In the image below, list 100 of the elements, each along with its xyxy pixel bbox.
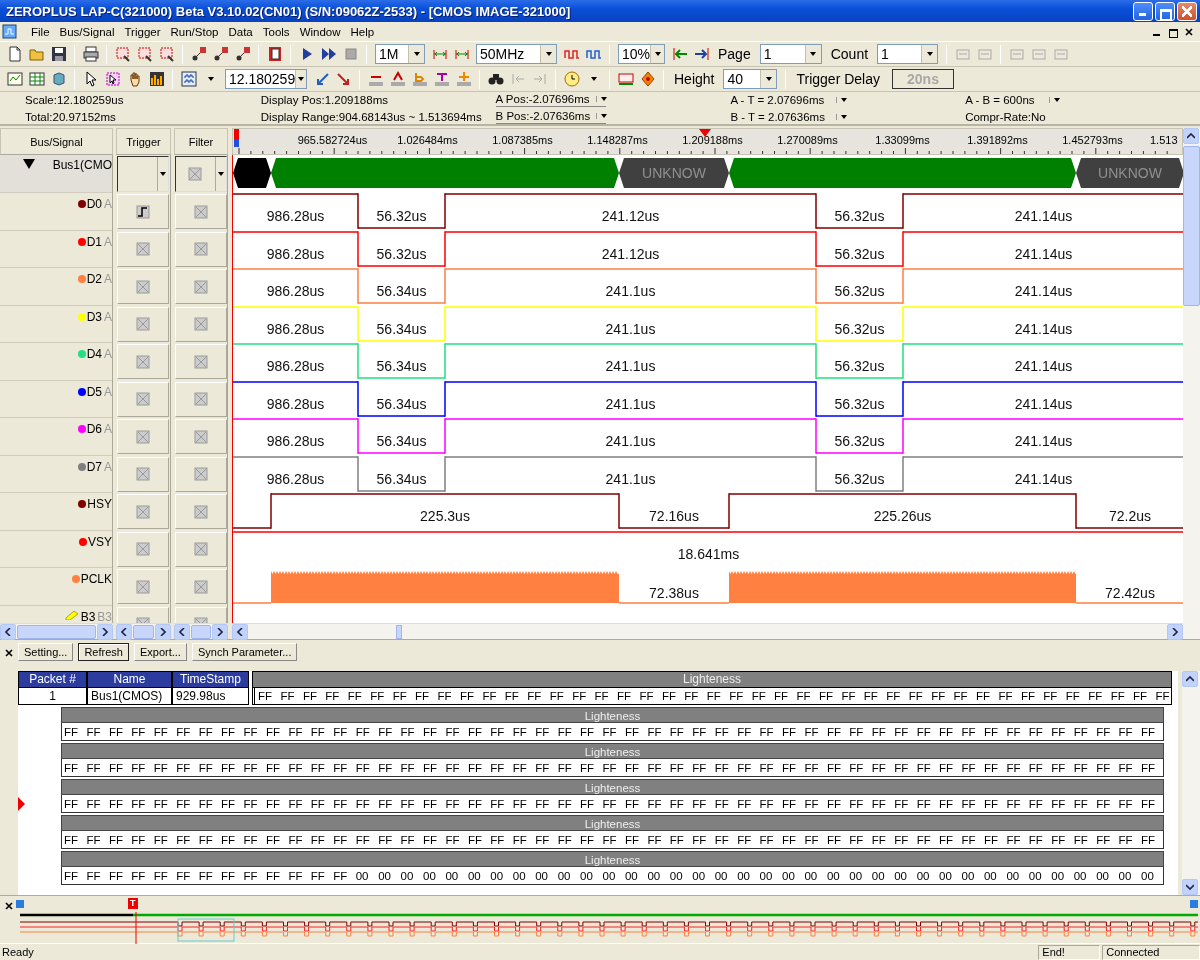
signal-name[interactable]: D0 bbox=[86, 197, 102, 211]
filter-cell[interactable] bbox=[174, 531, 227, 567]
arrow-icon[interactable] bbox=[335, 71, 352, 87]
signal-name[interactable]: VSY bbox=[88, 534, 112, 549]
trigger-cell[interactable] bbox=[117, 494, 169, 530]
filter-cell[interactable] bbox=[174, 381, 227, 417]
menu-item[interactable]: Trigger bbox=[119, 25, 166, 38]
caret-icon[interactable] bbox=[206, 76, 215, 82]
dropdown[interactable]: 12.180259 bbox=[225, 69, 307, 89]
scrollbar-thumb[interactable] bbox=[396, 624, 402, 639]
binoculars-icon[interactable] bbox=[487, 71, 504, 87]
capture-grid-icon[interactable] bbox=[158, 46, 175, 62]
filter-dropdown[interactable] bbox=[174, 156, 227, 192]
panel-button[interactable]: Export... bbox=[133, 643, 187, 661]
close-icon[interactable] bbox=[5, 649, 13, 657]
dropdown[interactable]: 1M bbox=[375, 44, 425, 64]
clock-icon[interactable] bbox=[563, 71, 580, 87]
dropdown[interactable]: 1 bbox=[877, 44, 939, 64]
trigger-cell[interactable] bbox=[117, 269, 169, 305]
capture-grid-icon[interactable] bbox=[136, 46, 153, 62]
vertical-scrollbar[interactable] bbox=[1182, 671, 1200, 895]
trigger-cell[interactable] bbox=[117, 456, 169, 492]
bar-cursor-icon[interactable] bbox=[389, 71, 406, 87]
horizontal-scrollbar[interactable] bbox=[174, 623, 228, 639]
trigger-marker[interactable]: T bbox=[128, 898, 138, 909]
probe-icon[interactable] bbox=[190, 46, 207, 62]
caret-icon[interactable] bbox=[840, 96, 849, 103]
menu-item[interactable]: Window bbox=[294, 25, 346, 38]
menu-item[interactable]: Tools bbox=[257, 25, 295, 38]
menu-item[interactable]: File bbox=[26, 25, 55, 38]
cube-icon[interactable] bbox=[50, 71, 67, 87]
vertical-scrollbar[interactable] bbox=[1183, 128, 1200, 639]
printer-icon[interactable] bbox=[82, 46, 99, 62]
filter-cell[interactable] bbox=[174, 494, 227, 530]
horizontal-scrollbar[interactable] bbox=[116, 623, 171, 639]
column-header[interactable]: Name bbox=[87, 671, 172, 688]
dropdown[interactable]: 10% bbox=[618, 44, 665, 64]
filter-cell[interactable] bbox=[174, 306, 227, 342]
bar-cursor-icon[interactable] bbox=[433, 71, 450, 87]
probe-icon[interactable] bbox=[234, 46, 251, 62]
horizontal-scrollbar[interactable] bbox=[0, 623, 113, 639]
caret-icon[interactable] bbox=[1053, 96, 1062, 103]
trigger-cell[interactable] bbox=[117, 194, 169, 230]
bar-cursor-icon[interactable] bbox=[411, 71, 428, 87]
fast-forward-icon[interactable] bbox=[320, 46, 337, 62]
selection-icon[interactable] bbox=[104, 71, 121, 87]
caret-icon[interactable] bbox=[840, 113, 849, 120]
filter-cell[interactable] bbox=[174, 269, 227, 305]
signal-name[interactable]: D6 bbox=[86, 422, 102, 436]
scrollbar-thumb[interactable] bbox=[1183, 146, 1200, 306]
trigger-cell[interactable] bbox=[117, 381, 169, 417]
signal-name[interactable]: PCLK bbox=[80, 572, 112, 586]
panel-button[interactable]: Synch Parameter... bbox=[191, 643, 298, 661]
column-header[interactable]: Bus/Signal bbox=[0, 128, 113, 155]
panel-button[interactable]: Refresh bbox=[78, 643, 129, 661]
trigger-cell[interactable] bbox=[117, 344, 169, 380]
app-icon[interactable] bbox=[2, 23, 20, 40]
signal-name[interactable]: D5 bbox=[86, 384, 102, 399]
trigger-cell[interactable] bbox=[117, 306, 169, 342]
scrollbar-thumb[interactable] bbox=[17, 624, 96, 639]
column-header[interactable]: TimeStamp bbox=[172, 671, 249, 688]
column-header[interactable]: Trigger bbox=[116, 128, 171, 155]
chart-window-icon[interactable] bbox=[6, 71, 23, 87]
horizontal-scrollbar[interactable] bbox=[232, 623, 1183, 639]
trigger-cell[interactable] bbox=[117, 419, 169, 455]
trigger-cell[interactable] bbox=[117, 231, 169, 267]
dropdown[interactable]: 40 bbox=[723, 69, 778, 89]
column-header[interactable]: Packet # bbox=[18, 671, 87, 688]
save-icon[interactable] bbox=[50, 46, 67, 62]
dropdown[interactable]: 1 bbox=[759, 44, 822, 64]
menu-item[interactable]: Help bbox=[345, 25, 380, 38]
scrollbar-thumb[interactable] bbox=[133, 624, 154, 639]
folder-icon[interactable] bbox=[28, 46, 45, 62]
arrow-icon[interactable] bbox=[693, 46, 710, 62]
scrollbar-thumb[interactable] bbox=[191, 624, 211, 639]
bus-name[interactable]: Bus1(CMO bbox=[52, 158, 112, 172]
signal-name[interactable]: D2 bbox=[86, 272, 102, 286]
trigger-cell[interactable] bbox=[117, 531, 169, 567]
new-file-icon[interactable] bbox=[6, 46, 23, 62]
diamond-icon[interactable] bbox=[639, 71, 656, 87]
signal-name[interactable]: HSY bbox=[87, 497, 112, 511]
book-icon[interactable] bbox=[266, 46, 283, 62]
trigger-dropdown[interactable] bbox=[117, 156, 169, 192]
arrow-icon[interactable] bbox=[671, 46, 688, 62]
caret-icon[interactable] bbox=[600, 113, 609, 119]
waveform-window-icon[interactable] bbox=[180, 71, 197, 87]
filter-cell[interactable] bbox=[174, 569, 227, 605]
menu-item[interactable]: Data bbox=[223, 25, 258, 38]
bus-icon[interactable] bbox=[617, 71, 634, 87]
signal-name[interactable]: D7 bbox=[86, 459, 102, 474]
expand-triangle-icon[interactable] bbox=[23, 159, 35, 169]
dropdown[interactable]: 50MHz bbox=[476, 44, 557, 64]
trigger-cell[interactable] bbox=[117, 569, 169, 605]
filter-cell[interactable] bbox=[174, 456, 227, 492]
probe-icon[interactable] bbox=[212, 46, 229, 62]
filter-cell[interactable] bbox=[174, 194, 227, 230]
signal-name[interactable]: D1 bbox=[86, 234, 102, 249]
menu-item[interactable]: Bus/Signal bbox=[54, 25, 120, 38]
bar-cursor-icon[interactable] bbox=[455, 71, 472, 87]
table-window-icon[interactable] bbox=[28, 71, 45, 87]
